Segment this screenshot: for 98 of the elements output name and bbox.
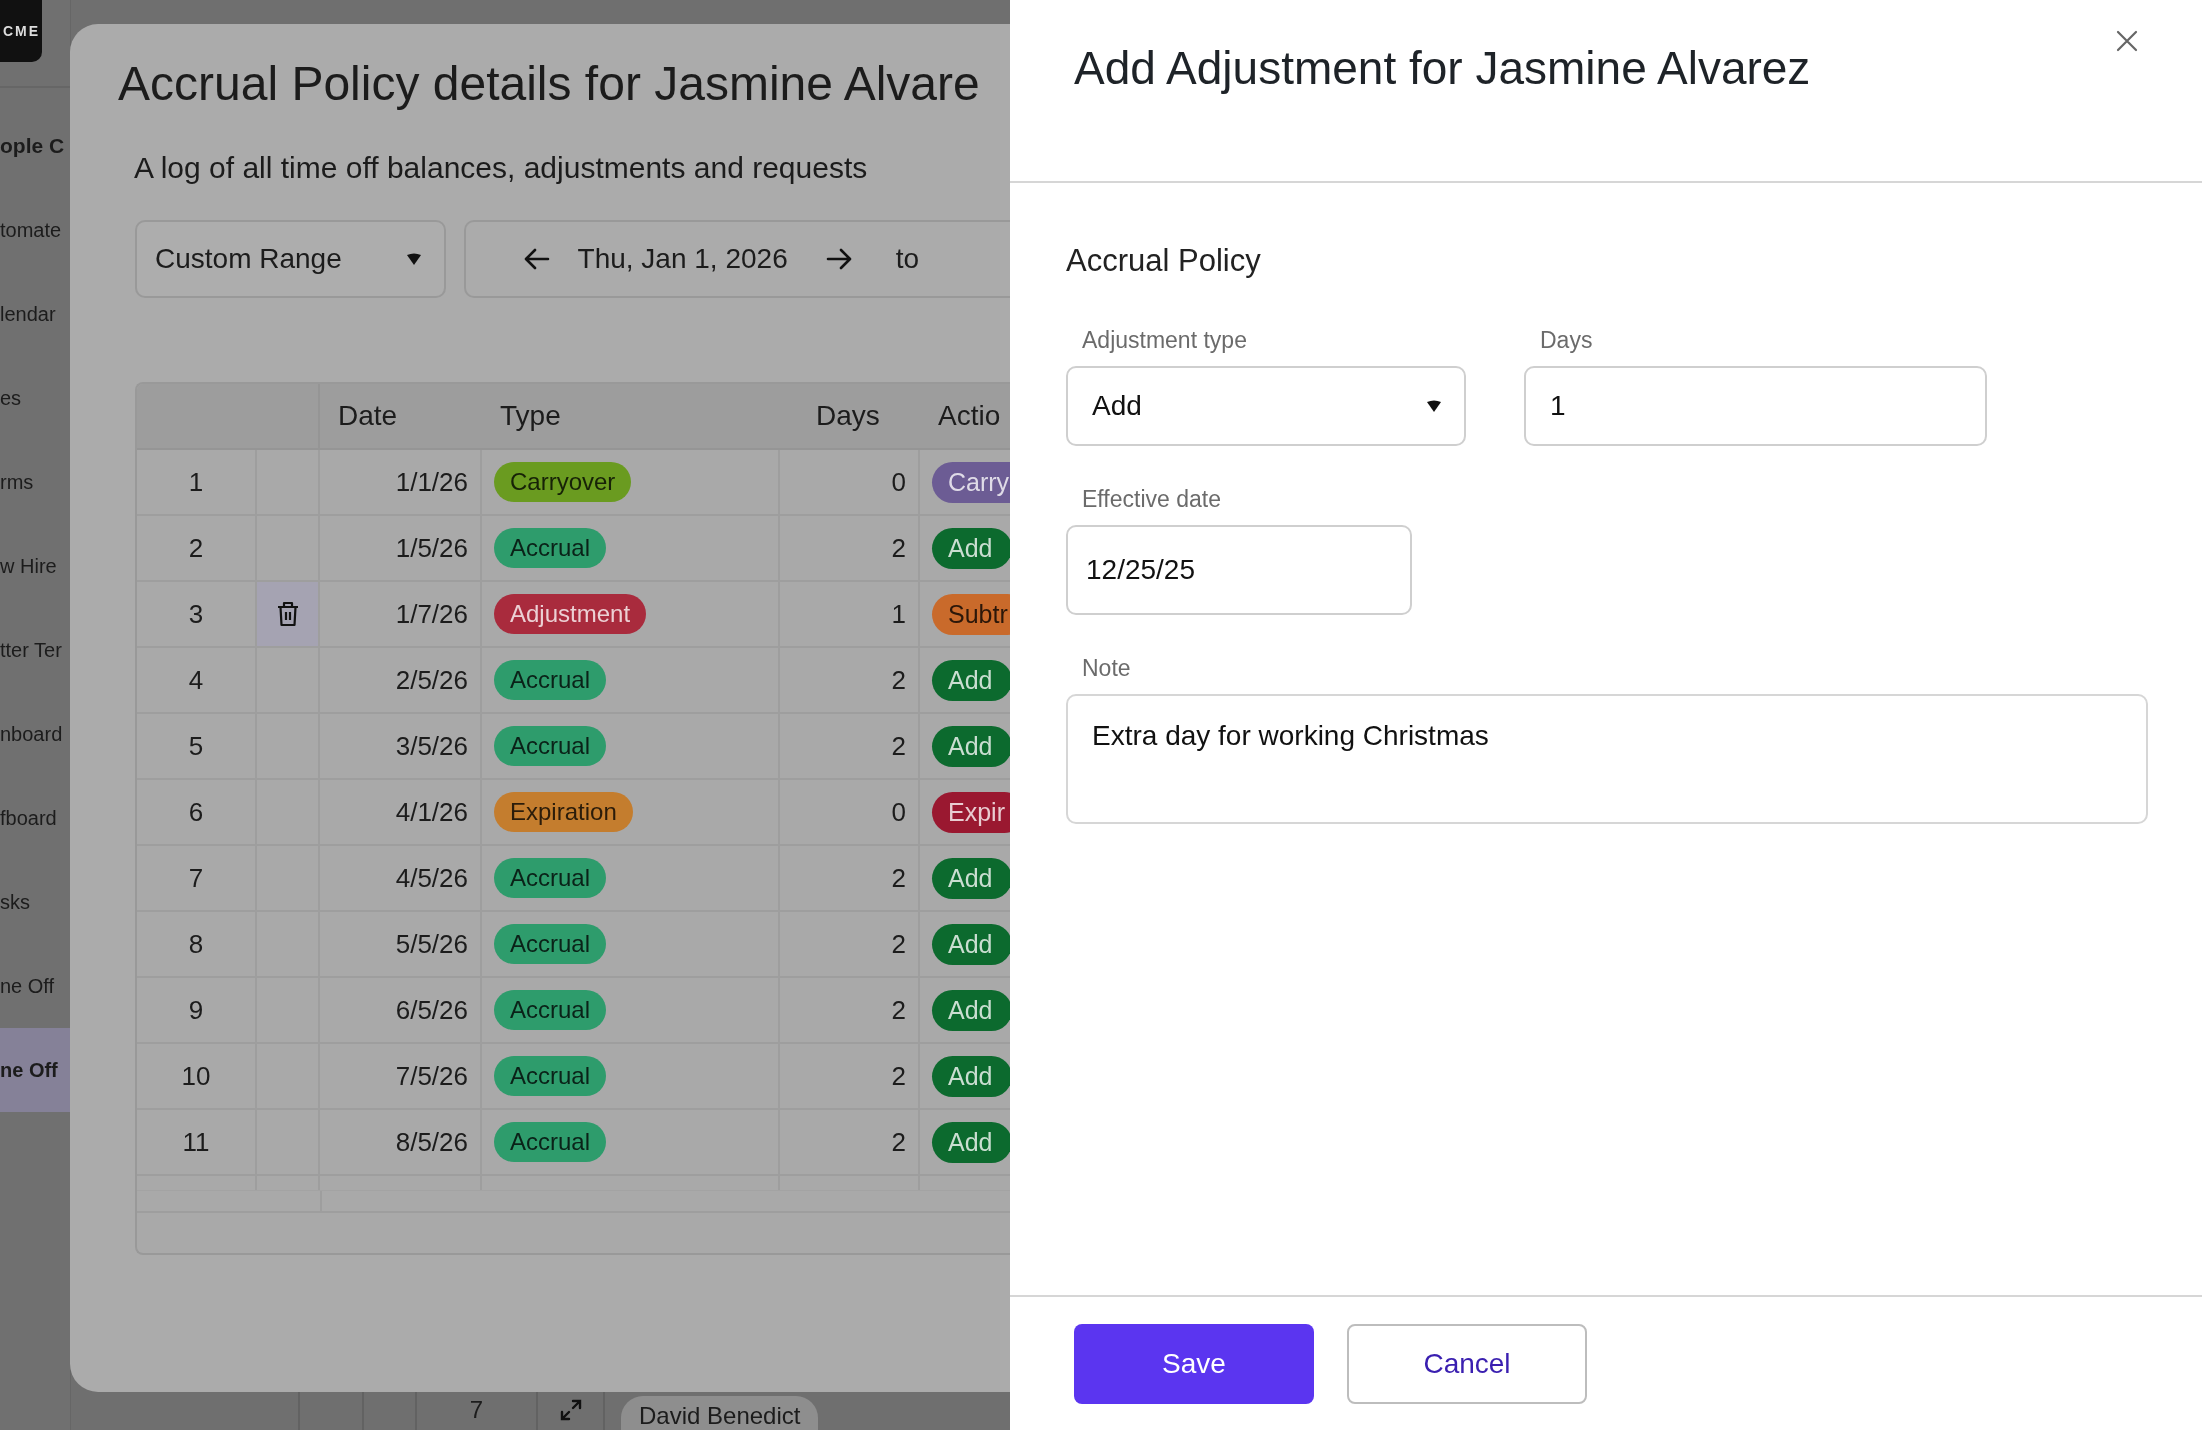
sidebar-item[interactable]: lendar [0,272,70,356]
row-number: 3 [188,598,204,630]
sidebar-item[interactable]: nboard [0,692,70,776]
modal-title: Accrual Policy details for Jasmine Alvare [118,56,980,112]
days-cell: 2 [891,994,906,1026]
sidebar-item[interactable]: sks [0,860,70,944]
column-header[interactable]: Date [338,400,398,432]
sidebar-item[interactable]: w Hire [0,524,70,608]
date-cell: 6/5/26 [395,994,468,1026]
cancel-button[interactable]: Cancel [1347,1323,1587,1404]
column-header[interactable]: Actio [938,400,1001,432]
type-tag: Accrual [494,1122,607,1162]
date-cell: 8/5/26 [395,1126,468,1158]
days-cell: 2 [891,664,906,696]
dropdown-caret-icon [1426,399,1442,413]
days-cell: 2 [891,532,906,564]
right-arrow-icon[interactable] [825,248,852,270]
field-label: Adjustment type [1081,327,1248,354]
sidebar-item[interactable]: fboard [0,776,70,860]
sidebar-item[interactable]: es [0,356,70,440]
action-tag: Add [932,527,1010,569]
date-cell: 1/5/26 [395,532,468,564]
action-tag: Add [932,1121,1010,1163]
start-date: Thu, Jan 1, 2026 [577,243,788,275]
left-arrow-icon[interactable] [523,248,550,270]
action-tag: Add [932,923,1010,965]
days-cell: 2 [891,1126,906,1158]
type-tag: Accrual [494,528,607,568]
date-cell: 1/1/26 [395,466,468,498]
type-tag: Expiration [494,792,633,832]
action-tag: Subtr [932,593,1010,635]
days-cell: 0 [891,796,906,828]
date-cell: 4/1/26 [395,796,468,828]
date-cell: 5/5/26 [395,928,468,960]
sidebar-item[interactable]: rms [0,440,70,524]
type-tag: Carryover [494,462,632,502]
company-logo[interactable]: CME [0,0,42,62]
trash-icon[interactable] [276,601,299,627]
row-number: 9 [188,994,204,1026]
row-number: 7 [469,1396,484,1424]
action-tag: Expir [932,791,1010,833]
action-tag: Add [932,725,1010,767]
days-cell: 2 [891,928,906,960]
action-tag: Carry [932,461,1010,503]
days-cell: 2 [891,730,906,762]
type-tag: Adjustment [494,594,647,634]
row-number: 4 [188,664,204,696]
expand-icon[interactable] [558,1398,583,1422]
date-input[interactable]: 12/25/25 [1066,525,1412,615]
section-heading: Accrual Policy [1066,243,1262,279]
row-number: 2 [188,532,204,564]
action-tag: Add [932,857,1010,899]
date-cell: 7/5/26 [395,1060,468,1092]
sidebar-item[interactable]: tter Ter [0,608,70,692]
field-label: Effective date [1081,486,1222,513]
days-cell: 2 [891,1060,906,1092]
save-button[interactable]: Save [1074,1323,1314,1404]
type-tag: Accrual [494,858,607,898]
date-cell: 3/5/26 [395,730,468,762]
action-tag: Add [932,1055,1010,1097]
field-label: Days [1539,327,1594,354]
row-number: 1 [188,466,204,498]
row-number: 11 [182,1126,210,1158]
date-cell: 4/5/26 [395,862,468,894]
date-cell: 2/5/26 [395,664,468,696]
type-tag: Accrual [494,924,607,964]
range-dropdown[interactable]: Custom Range [135,220,446,298]
drawer-title: Add Adjustment for Jasmine Alvarez [1074,41,1811,96]
type-tag: Accrual [494,726,607,766]
sidebar-item[interactable]: ople C [0,104,70,188]
range-separator: to [895,243,920,275]
days-cell: 0 [891,466,906,498]
adjustment-type-dropdown[interactable]: Add [1066,366,1466,446]
row-number: 8 [188,928,204,960]
action-tag: Add [932,989,1010,1031]
row-number: 7 [188,862,204,894]
days-cell: 2 [891,862,906,894]
field-label: Note [1081,655,1132,682]
note-input[interactable]: Extra day for working Christmas [1066,694,2148,824]
column-header[interactable]: Type [500,400,561,432]
sidebar-item[interactable]: ne Off [0,1028,70,1112]
type-tag: Accrual [494,1056,607,1096]
row-number: 5 [188,730,204,762]
sidebar-item[interactable]: tomate [0,188,70,272]
date-cell: 1/7/26 [395,598,468,630]
sidebar-item[interactable]: ne Off [0,944,70,1028]
row-number: 10 [181,1060,211,1092]
type-tag: Accrual [494,990,607,1030]
dropdown-caret-icon [405,252,422,266]
employee-name-tag: David Benedict [621,1396,819,1430]
date-range-picker[interactable]: Thu, Jan 1, 2026 to [463,220,1010,298]
action-tag: Add [932,659,1010,701]
modal-subtitle: A log of all time off balances, adjustments and requests [134,150,869,186]
column-header[interactable]: Days [816,400,880,432]
days-cell: 1 [891,598,906,630]
row-number: 6 [188,796,204,828]
days-input[interactable]: 1 [1524,366,1987,446]
type-tag: Accrual [494,660,607,700]
